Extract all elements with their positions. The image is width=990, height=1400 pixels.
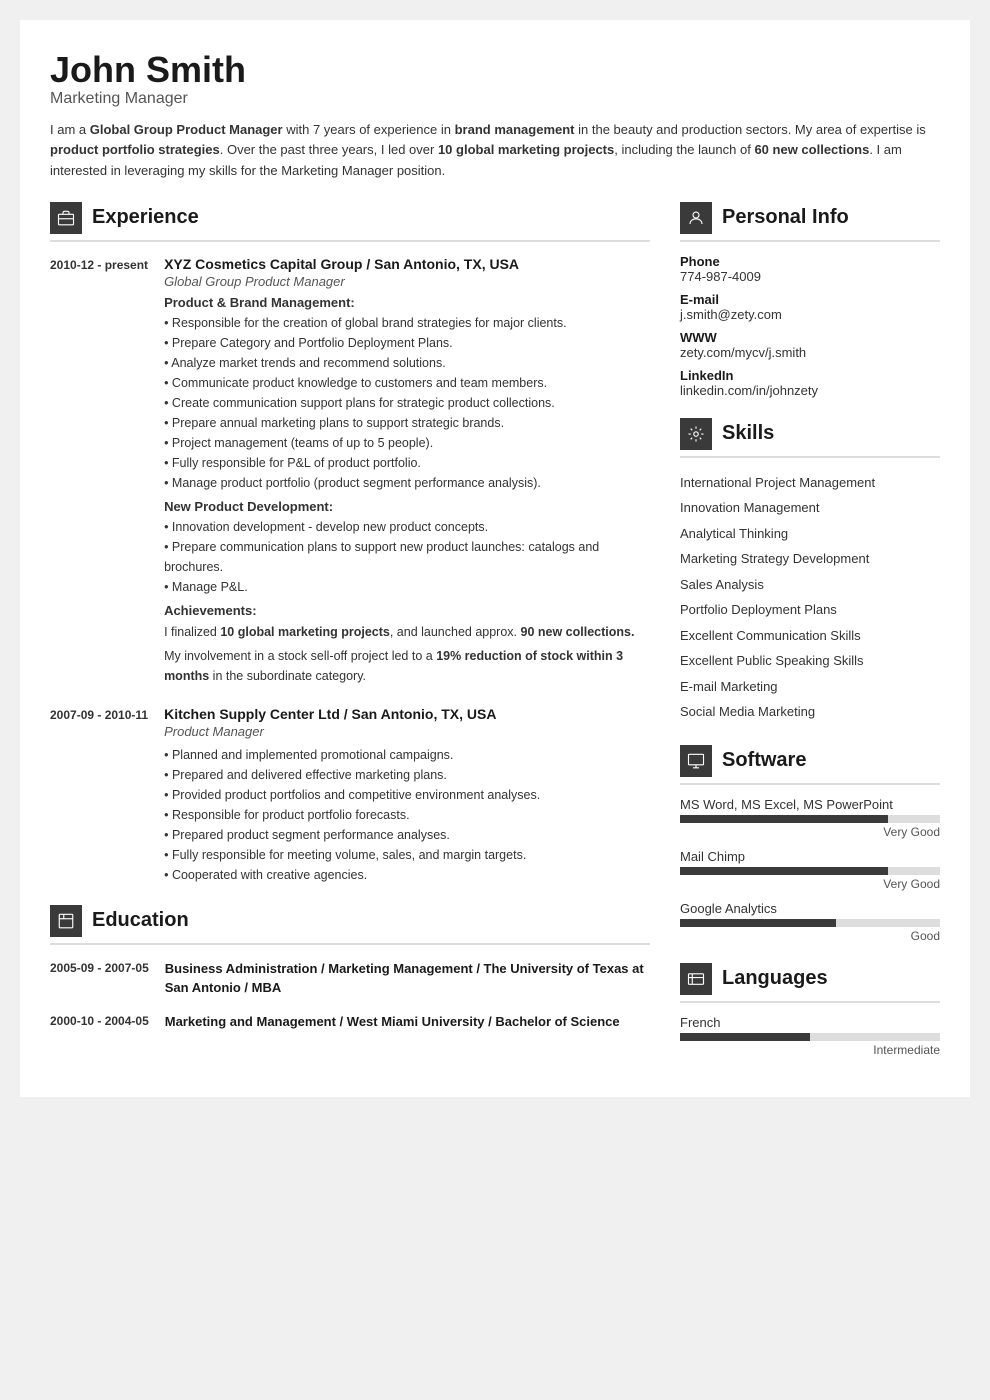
edu-degree: Business Administration / Marketing Mana… bbox=[165, 959, 650, 998]
skills-icon bbox=[680, 418, 712, 450]
software-title: Software bbox=[722, 749, 806, 772]
skills-title: Skills bbox=[722, 422, 774, 445]
experience-icon bbox=[50, 202, 82, 234]
software-level: Very Good bbox=[680, 877, 940, 891]
software-item: MS Word, MS Excel, MS PowerPoint Very Go… bbox=[680, 797, 940, 839]
software-section-header: Software bbox=[680, 745, 940, 785]
skill-item: Innovation Management bbox=[680, 495, 940, 521]
skill-item: E-mail Marketing bbox=[680, 674, 940, 700]
left-column: Experience 2010-12 - present XYZ Cosmeti… bbox=[50, 202, 650, 1067]
edu-date: 2000-10 - 2004-05 bbox=[50, 1012, 149, 1032]
education-title: Education bbox=[92, 909, 189, 932]
language-items: French Intermediate bbox=[680, 1015, 940, 1057]
software-bar bbox=[680, 867, 940, 875]
language-level: Intermediate bbox=[680, 1043, 940, 1057]
exp-content-1: XYZ Cosmetics Capital Group / San Antoni… bbox=[164, 256, 650, 686]
software-bar-fill bbox=[680, 867, 888, 875]
education-section-header: Education bbox=[50, 905, 650, 945]
header-summary: I am a Global Group Product Manager with… bbox=[50, 120, 940, 182]
personal-item: LinkedInlinkedin.com/in/johnzety bbox=[680, 368, 940, 398]
exp-company-2: Kitchen Supply Center Ltd / San Antonio,… bbox=[164, 706, 650, 722]
personal-label: LinkedIn bbox=[680, 368, 940, 383]
skill-item: Sales Analysis bbox=[680, 572, 940, 598]
exp-subtitle-brand: Product & Brand Management: bbox=[164, 295, 650, 310]
exp-bullets-npd: Innovation development - develop new pro… bbox=[164, 517, 650, 597]
edu-degree: Marketing and Management / West Miami Un… bbox=[165, 1012, 650, 1032]
software-item: Google Analytics Good bbox=[680, 901, 940, 943]
languages-icon bbox=[680, 963, 712, 995]
software-icon bbox=[680, 745, 712, 777]
two-column-layout: Experience 2010-12 - present XYZ Cosmeti… bbox=[50, 202, 940, 1067]
language-item: French Intermediate bbox=[680, 1015, 940, 1057]
personal-label: E-mail bbox=[680, 292, 940, 307]
software-bar bbox=[680, 919, 940, 927]
software-name: Mail Chimp bbox=[680, 849, 940, 864]
personal-title: Personal Info bbox=[722, 206, 849, 229]
software-level: Very Good bbox=[680, 825, 940, 839]
candidate-title: Marketing Manager bbox=[50, 90, 940, 108]
edu-date: 2005-09 - 2007-05 bbox=[50, 959, 149, 998]
languages-section-header: Languages bbox=[680, 963, 940, 1003]
exp-bullets-brand: Responsible for the creation of global b… bbox=[164, 313, 650, 493]
experience-title: Experience bbox=[92, 206, 199, 229]
personal-value: linkedin.com/in/johnzety bbox=[680, 383, 940, 398]
personal-value: 774-987-4009 bbox=[680, 269, 940, 284]
personal-section-header: Personal Info bbox=[680, 202, 940, 242]
personal-value: zety.com/mycv/j.smith bbox=[680, 345, 940, 360]
software-bar-fill bbox=[680, 815, 888, 823]
personal-icon bbox=[680, 202, 712, 234]
language-bar-fill bbox=[680, 1033, 810, 1041]
software-level: Good bbox=[680, 929, 940, 943]
skills-items: International Project ManagementInnovati… bbox=[680, 470, 940, 725]
education-entries: 2005-09 - 2007-05 Business Administratio… bbox=[50, 959, 650, 1032]
personal-item: E-mailj.smith@zety.com bbox=[680, 292, 940, 322]
exp-subtitle-achievements: Achievements: bbox=[164, 603, 650, 618]
personal-item: WWWzety.com/mycv/j.smith bbox=[680, 330, 940, 360]
language-name: French bbox=[680, 1015, 940, 1030]
software-bar bbox=[680, 815, 940, 823]
skill-item: Analytical Thinking bbox=[680, 521, 940, 547]
exp-date-2: 2007-09 - 2010-11 bbox=[50, 706, 148, 885]
experience-section-header: Experience bbox=[50, 202, 650, 242]
right-column: Personal Info Phone774-987-4009 E-mailj.s… bbox=[680, 202, 940, 1067]
exp-bullets-2: Planned and implemented promotional camp… bbox=[164, 745, 650, 885]
skill-item: International Project Management bbox=[680, 470, 940, 496]
exp-subtitle-npd: New Product Development: bbox=[164, 499, 650, 514]
software-items: MS Word, MS Excel, MS PowerPoint Very Go… bbox=[680, 797, 940, 943]
skill-item: Excellent Communication Skills bbox=[680, 623, 940, 649]
candidate-name: John Smith bbox=[50, 50, 940, 90]
exp-role-2: Product Manager bbox=[164, 724, 650, 739]
edu-entry: 2000-10 - 2004-05 Marketing and Manageme… bbox=[50, 1012, 650, 1032]
education-icon bbox=[50, 905, 82, 937]
edu-entry: 2005-09 - 2007-05 Business Administratio… bbox=[50, 959, 650, 998]
exp-achievement-2: My involvement in a stock sell-off proje… bbox=[164, 646, 650, 686]
header-section: John Smith Marketing Manager I am a Glob… bbox=[50, 50, 940, 182]
skill-item: Social Media Marketing bbox=[680, 699, 940, 725]
exp-company-1: XYZ Cosmetics Capital Group / San Antoni… bbox=[164, 256, 650, 272]
skill-item: Portfolio Deployment Plans bbox=[680, 597, 940, 623]
resume-container: John Smith Marketing Manager I am a Glob… bbox=[20, 20, 970, 1097]
skill-item: Marketing Strategy Development bbox=[680, 546, 940, 572]
exp-achievement-1: I finalized 10 global marketing projects… bbox=[164, 622, 650, 642]
personal-items: Phone774-987-4009 E-mailj.smith@zety.com W… bbox=[680, 254, 940, 398]
personal-value: j.smith@zety.com bbox=[680, 307, 940, 322]
exp-entry-2: 2007-09 - 2010-11 Kitchen Supply Center … bbox=[50, 706, 650, 885]
personal-label: WWW bbox=[680, 330, 940, 345]
language-bar bbox=[680, 1033, 940, 1041]
languages-title: Languages bbox=[722, 967, 828, 990]
personal-label: Phone bbox=[680, 254, 940, 269]
software-name: MS Word, MS Excel, MS PowerPoint bbox=[680, 797, 940, 812]
skills-section-header: Skills bbox=[680, 418, 940, 458]
software-item: Mail Chimp Very Good bbox=[680, 849, 940, 891]
exp-entry-1: 2010-12 - present XYZ Cosmetics Capital … bbox=[50, 256, 650, 686]
personal-item: Phone774-987-4009 bbox=[680, 254, 940, 284]
software-name: Google Analytics bbox=[680, 901, 940, 916]
software-bar-fill bbox=[680, 919, 836, 927]
skill-item: Excellent Public Speaking Skills bbox=[680, 648, 940, 674]
exp-date-1: 2010-12 - present bbox=[50, 256, 148, 686]
exp-content-2: Kitchen Supply Center Ltd / San Antonio,… bbox=[164, 706, 650, 885]
edu-content: Marketing and Management / West Miami Un… bbox=[165, 1012, 650, 1032]
exp-role-1: Global Group Product Manager bbox=[164, 274, 650, 289]
edu-content: Business Administration / Marketing Mana… bbox=[165, 959, 650, 998]
